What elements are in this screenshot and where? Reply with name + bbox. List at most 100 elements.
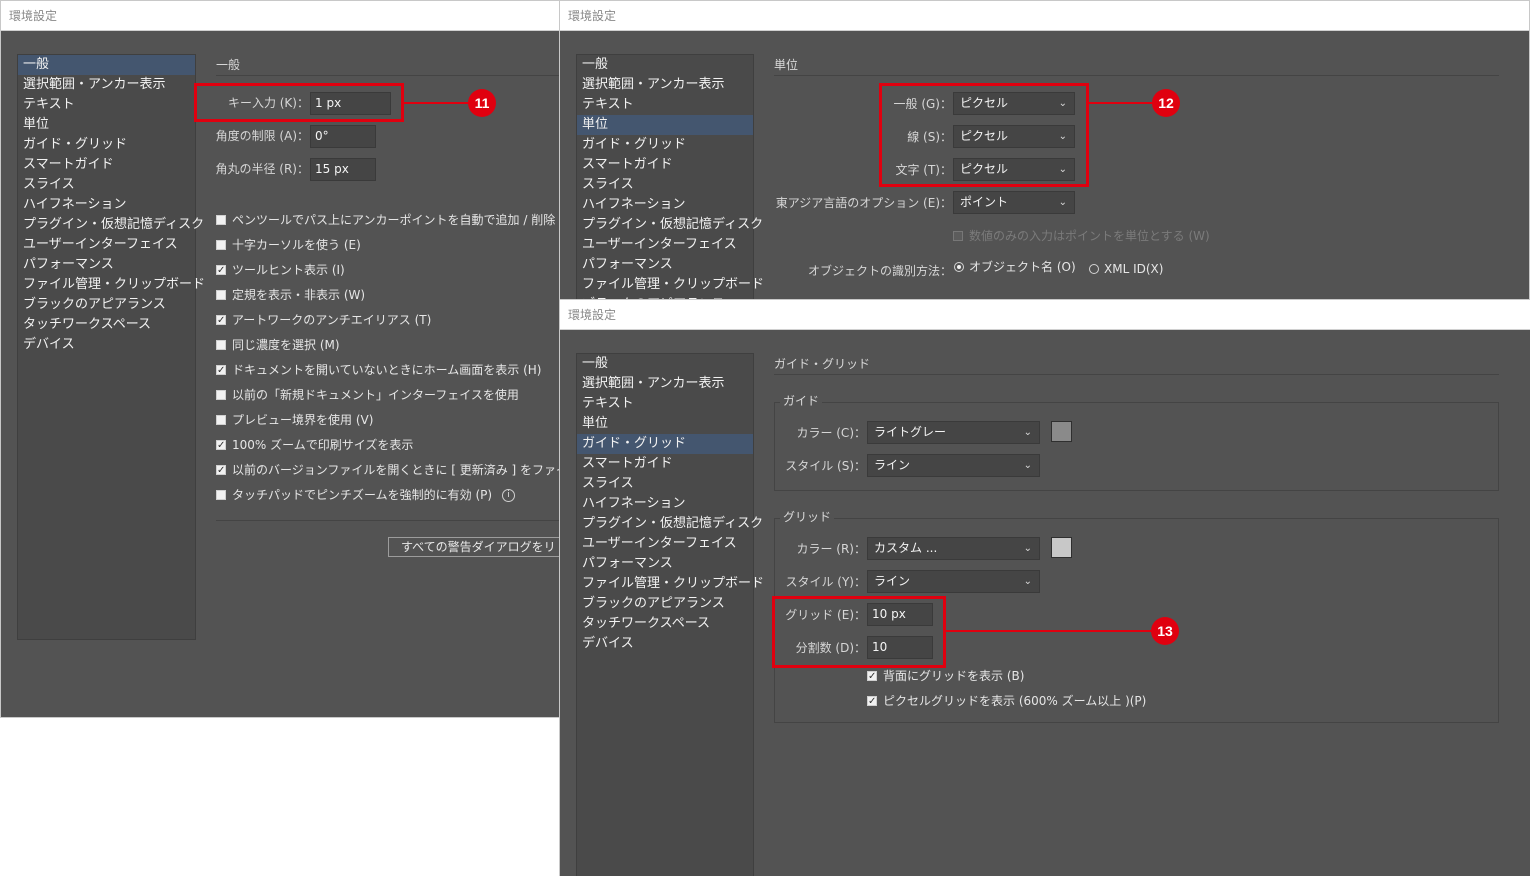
preference-checkbox[interactable]: ツールヒント表示 (I) bbox=[216, 261, 345, 280]
sidebar-item[interactable]: 選択範囲・アンカー表示 bbox=[577, 374, 753, 394]
guide-style-label: スタイル (S)： bbox=[785, 459, 866, 473]
angle-constraint-field[interactable]: 0° bbox=[310, 125, 376, 148]
checkbox-label: 100% ズームで印刷サイズを表示 bbox=[232, 438, 414, 452]
sidebar-item[interactable]: プラグイン・仮想記憶ディスク bbox=[18, 215, 204, 235]
preferences-sidebar: 一般 選択範囲・アンカー表示 テキスト 単位 ガイド・グリッド スマートガイド スライス ハイ… bbox=[576, 353, 764, 876]
checkbox bbox=[216, 239, 226, 250]
sidebar-item[interactable]: テキスト bbox=[18, 95, 195, 115]
object-name-radio[interactable]: オブジェクト名 (O) bbox=[954, 258, 1076, 276]
checkbox bbox=[216, 362, 226, 380]
preference-checkbox[interactable]: 同じ濃度を選択 (M) bbox=[216, 336, 340, 354]
sidebar-item[interactable]: スマートガイド bbox=[577, 155, 753, 175]
numbers-only-checkbox[interactable]: 数値のみの入力はポイントを単位とする (W) bbox=[953, 227, 1210, 245]
sidebar-item[interactable]: スマートガイド bbox=[18, 155, 195, 175]
preference-checkbox[interactable]: 定規を表示・非表示 (W) bbox=[216, 286, 365, 304]
checkbox bbox=[867, 668, 877, 686]
sidebar-item[interactable]: ファイル管理・クリップボード bbox=[577, 275, 764, 295]
sidebar-item[interactable]: 一般 bbox=[577, 354, 753, 374]
grid-color-label: カラー (R)： bbox=[796, 542, 866, 556]
sidebar-item[interactable]: スマートガイド bbox=[577, 454, 753, 474]
window-title: 環境設定 bbox=[560, 1, 1529, 31]
checkbox bbox=[216, 312, 226, 330]
east-asian-options-select[interactable]: ポイント ⌄ bbox=[953, 191, 1075, 214]
callout-badge-11: 11 bbox=[468, 89, 496, 117]
sidebar-item[interactable]: ファイル管理・クリップボード bbox=[577, 574, 764, 594]
angle-constraint-label: 角度の制限 (A)： bbox=[215, 129, 309, 143]
sidebar-item[interactable]: ハイフネーション bbox=[577, 195, 753, 215]
grids-in-back-checkbox[interactable]: 背面にグリッドを表示 (B) bbox=[867, 667, 1024, 686]
corner-radius-field[interactable]: 15 px bbox=[310, 158, 376, 181]
sidebar-item[interactable]: テキスト bbox=[577, 394, 753, 414]
callout-badge-13: 13 bbox=[1151, 617, 1179, 645]
sidebar-item[interactable]: 単位 bbox=[18, 115, 195, 135]
sidebar-item[interactable]: ユーザーインターフェイス bbox=[18, 235, 195, 255]
sidebar-item[interactable]: スライス bbox=[577, 175, 753, 195]
sidebar-item[interactable]: スライス bbox=[18, 175, 195, 195]
grid-color-swatch[interactable] bbox=[1051, 537, 1072, 558]
select-value: ライン bbox=[874, 574, 911, 588]
sidebar-item[interactable]: ハイフネーション bbox=[18, 195, 195, 215]
checkbox bbox=[216, 289, 226, 300]
checkbox-label: プレビュー境界を使用 (V) bbox=[232, 413, 374, 427]
sidebar-item[interactable]: 一般 bbox=[18, 55, 195, 75]
preference-checkbox[interactable]: 以前のバージョンファイルを開くときに [ 更新済み ] をファイ bbox=[216, 461, 559, 480]
callout-line bbox=[946, 630, 1154, 632]
pixel-grid-checkbox[interactable]: ピクセルグリッドを表示 (600% ズーム以上 )(P) bbox=[867, 692, 1146, 711]
sidebar-item[interactable]: デバイス bbox=[577, 634, 753, 654]
callout-box-units bbox=[879, 83, 1089, 187]
reset-warning-dialogs-button[interactable]: すべての警告ダイアログをリ bbox=[388, 537, 559, 557]
sidebar-item[interactable]: パフォーマンス bbox=[577, 554, 753, 574]
sidebar-item[interactable]: 単位 bbox=[577, 115, 753, 135]
sidebar-item[interactable]: デバイス bbox=[18, 335, 195, 355]
sidebar-item[interactable]: タッチワークスペース bbox=[18, 315, 195, 335]
grid-style-select[interactable]: ライン ⌄ bbox=[867, 570, 1040, 593]
sidebar-item[interactable]: 一般 bbox=[577, 55, 753, 75]
preferences-sidebar: 一般 選択範囲・アンカー表示 テキスト 単位 ガイド・グリッド スマートガイド スライス ハイ… bbox=[576, 54, 764, 299]
sidebar-item[interactable]: テキスト bbox=[577, 95, 753, 115]
checkbox-label: 以前の「新規ドキュメント」インターフェイスを使用 bbox=[232, 388, 519, 402]
sidebar-item[interactable]: スライス bbox=[577, 474, 753, 494]
sidebar-item[interactable]: パフォーマンス bbox=[18, 255, 195, 275]
preference-checkbox[interactable]: 以前の「新規ドキュメント」インターフェイスを使用 bbox=[216, 386, 519, 404]
sidebar-item[interactable]: ユーザーインターフェイス bbox=[577, 534, 753, 554]
sidebar-item[interactable]: プラグイン・仮想記憶ディスク bbox=[577, 215, 763, 235]
guide-color-swatch[interactable] bbox=[1051, 421, 1072, 442]
chevron-down-icon: ⌄ bbox=[1023, 543, 1032, 554]
checkbox-label: 定規を表示・非表示 (W) bbox=[232, 288, 366, 302]
preference-checkbox[interactable]: ドキュメントを開いていないときにホーム画面を表示 (H) bbox=[216, 361, 541, 380]
sidebar-item[interactable]: ブラックのアピアランス bbox=[577, 594, 753, 614]
sidebar-item[interactable]: ガイド・グリッド bbox=[577, 434, 753, 454]
checkbox bbox=[216, 262, 226, 280]
preference-checkbox[interactable]: プレビュー境界を使用 (V) bbox=[216, 411, 373, 429]
object-identify-label: オブジェクトの識別方法： bbox=[807, 264, 952, 278]
sidebar-item[interactable]: ブラックのアピアランス bbox=[18, 295, 195, 315]
sidebar-item[interactable]: 選択範囲・アンカー表示 bbox=[18, 75, 195, 95]
xml-id-radio[interactable]: XML ID(X) bbox=[1089, 260, 1163, 278]
sidebar-item[interactable]: ガイド・グリッド bbox=[18, 135, 195, 155]
sidebar-item[interactable]: パフォーマンス bbox=[577, 255, 753, 275]
sidebar-item[interactable]: タッチワークスペース bbox=[577, 614, 753, 634]
preference-checkbox[interactable]: タッチパッドでピンチズームを強制的に有効 (P) i bbox=[216, 486, 516, 504]
chevron-down-icon: ⌄ bbox=[1058, 197, 1067, 208]
preference-checkbox[interactable]: ペンツールでパス上にアンカーポイントを自動で追加 / 削除 bbox=[216, 211, 555, 229]
checkbox bbox=[216, 339, 226, 350]
preference-checkbox[interactable]: 100% ズームで印刷サイズを表示 bbox=[216, 436, 414, 455]
window-title: 環境設定 bbox=[560, 300, 1530, 330]
sidebar-item[interactable]: 単位 bbox=[577, 414, 753, 434]
sidebar-item[interactable]: 選択範囲・アンカー表示 bbox=[577, 75, 753, 95]
checkbox-label: ツールヒント表示 (I) bbox=[232, 263, 345, 277]
preference-checkbox[interactable]: 十字カーソルを使う (E) bbox=[216, 236, 361, 254]
checkbox bbox=[216, 414, 226, 425]
checkbox-label: タッチパッドでピンチズームを強制的に有効 (P) bbox=[232, 488, 493, 502]
sidebar-item[interactable]: ガイド・グリッド bbox=[577, 135, 753, 155]
preference-checkbox[interactable]: アートワークのアンチエイリアス (T) bbox=[216, 311, 431, 330]
chevron-down-icon: ⌄ bbox=[1023, 576, 1032, 587]
guide-style-select[interactable]: ライン ⌄ bbox=[867, 454, 1040, 477]
grid-color-select[interactable]: カスタム ... ⌄ bbox=[867, 537, 1040, 560]
info-icon[interactable]: i bbox=[502, 489, 516, 502]
sidebar-item[interactable]: ハイフネーション bbox=[577, 494, 753, 514]
sidebar-item[interactable]: ユーザーインターフェイス bbox=[577, 235, 753, 255]
sidebar-item[interactable]: プラグイン・仮想記憶ディスク bbox=[577, 514, 763, 534]
sidebar-item[interactable]: ファイル管理・クリップボード bbox=[18, 275, 205, 295]
guide-color-select[interactable]: ライトグレー ⌄ bbox=[867, 421, 1040, 444]
